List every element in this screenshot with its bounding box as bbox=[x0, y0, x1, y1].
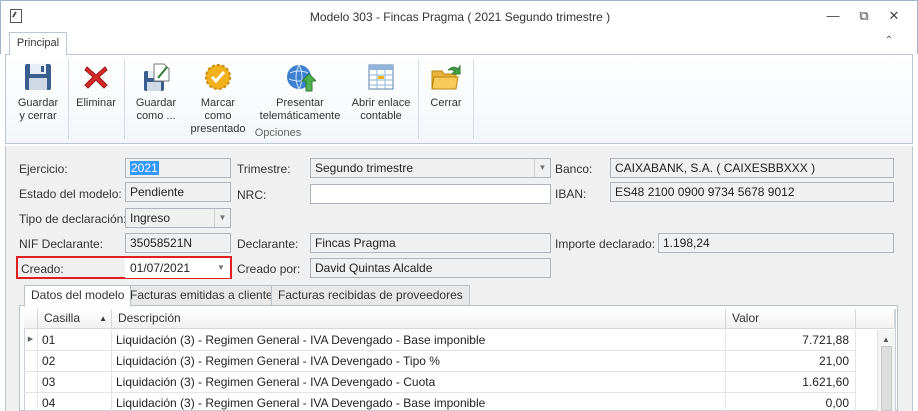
creado-por-label: Creado por: bbox=[237, 262, 301, 276]
minimize-button[interactable]: — bbox=[822, 7, 844, 25]
scroll-thumb[interactable] bbox=[881, 346, 892, 411]
creado-por-field[interactable]: David Quintas Alcalde bbox=[310, 258, 551, 278]
tab-facturas-emitidas[interactable]: Facturas emitidas a clientes bbox=[123, 285, 286, 306]
trimestre-select[interactable]: Segundo trimestre ▼ bbox=[310, 158, 551, 178]
column-header-casilla[interactable]: Casilla ▲ bbox=[38, 309, 112, 329]
row-indicator bbox=[24, 393, 38, 411]
tab-datos-modelo[interactable]: Datos del modelo bbox=[24, 285, 132, 307]
ribbon-separator bbox=[473, 59, 474, 139]
dropdown-arrow-icon: ▼ bbox=[534, 159, 550, 177]
cell-casilla[interactable]: 01 bbox=[38, 330, 112, 351]
iban-field[interactable]: ES48 2100 0900 9734 5678 9012 bbox=[610, 182, 894, 202]
folder-exit-icon bbox=[430, 61, 462, 93]
save-as-button[interactable]: Guardar como ... bbox=[130, 57, 182, 129]
close-button[interactable]: Cerrar bbox=[422, 57, 470, 129]
row-indicator bbox=[24, 372, 38, 393]
spreadsheet-icon bbox=[365, 61, 397, 93]
ribbon: Guardar y cerrar Eliminar Guardar como .… bbox=[5, 54, 913, 144]
tab-principal[interactable]: Principal bbox=[9, 32, 67, 55]
tipo-label: Tipo de declaración: bbox=[19, 212, 127, 226]
cell-valor[interactable]: 7.721,88 bbox=[726, 330, 856, 351]
banco-label: Banco: bbox=[555, 162, 593, 176]
ejercicio-field[interactable]: 2021 bbox=[125, 158, 231, 178]
restore-button[interactable]: ⧉ bbox=[853, 7, 875, 25]
cell-casilla[interactable]: 03 bbox=[38, 372, 112, 393]
scroll-up-icon[interactable]: ▲ bbox=[882, 335, 890, 344]
cell-descripcion[interactable]: Liquidación (3) - Regimen General - IVA … bbox=[112, 393, 726, 411]
group-label-opciones: Opciones bbox=[254, 127, 302, 139]
save-close-label: Guardar y cerrar bbox=[17, 97, 59, 122]
importe-field[interactable]: 1.198,24 bbox=[658, 233, 894, 253]
cell-valor[interactable]: 1.621,60 bbox=[726, 372, 856, 393]
dropdown-arrow-icon: ▼ bbox=[217, 263, 225, 272]
close-window-button[interactable]: ✕ bbox=[883, 7, 905, 25]
tipo-select[interactable]: Ingreso ▼ bbox=[125, 208, 231, 228]
dropdown-arrow-icon: ▼ bbox=[214, 209, 230, 227]
row-indicator-icon: ▶ bbox=[24, 330, 38, 351]
title-bar: Modelo 303 - Fincas Pragma ( 2021 Segund… bbox=[0, 0, 918, 30]
ribbon-separator bbox=[124, 59, 125, 139]
creado-date-field[interactable]: 01/07/2021 ▼ bbox=[125, 258, 230, 278]
present-telematic-button[interactable]: Presentar telemáticamente bbox=[258, 57, 342, 129]
ribbon-tab-strip bbox=[0, 30, 918, 54]
row-indicator bbox=[24, 351, 38, 372]
open-link-label: Abrir enlace contable bbox=[351, 97, 411, 122]
cell-valor[interactable]: 21,00 bbox=[726, 351, 856, 372]
nrc-label: NRC: bbox=[237, 188, 267, 202]
cell-descripcion[interactable]: Liquidación (3) - Regimen General - IVA … bbox=[112, 372, 726, 393]
cell-valor[interactable]: 0,00 bbox=[726, 393, 856, 411]
save-as-label: Guardar como ... bbox=[135, 97, 177, 122]
delete-label: Eliminar bbox=[76, 97, 116, 109]
save-close-button[interactable]: Guardar y cerrar bbox=[14, 57, 62, 129]
declarante-field[interactable]: Fincas Pragma bbox=[310, 233, 551, 253]
estado-label: Estado del modelo: bbox=[19, 187, 122, 201]
trimestre-label: Trimestre: bbox=[237, 162, 291, 176]
window-title: Modelo 303 - Fincas Pragma ( 2021 Segund… bbox=[309, 10, 611, 24]
close-label: Cerrar bbox=[430, 97, 462, 109]
nif-field[interactable]: 35058521N bbox=[125, 233, 231, 253]
delete-button[interactable]: Eliminar bbox=[72, 57, 120, 129]
column-header-descripcion[interactable]: Descripción bbox=[112, 309, 726, 329]
present-telematic-label: Presentar telemáticamente bbox=[259, 97, 341, 122]
cell-descripcion[interactable]: Liquidación (3) - Regimen General - IVA … bbox=[112, 351, 726, 372]
tab-facturas-recibidas[interactable]: Facturas recibidas de proveedores bbox=[271, 285, 470, 306]
iban-label: IBAN: bbox=[555, 187, 587, 201]
banco-field[interactable]: CAIXABANK, S.A. ( CAIXESBBXXX ) bbox=[610, 158, 894, 178]
sort-ascending-icon: ▲ bbox=[99, 314, 107, 323]
vertical-scrollbar[interactable]: ▲ bbox=[877, 330, 895, 411]
globe-upload-icon bbox=[284, 61, 318, 93]
creado-label: Creado: bbox=[21, 262, 64, 276]
cell-casilla[interactable]: 02 bbox=[38, 351, 112, 372]
nif-label: NIF Declarante: bbox=[19, 237, 104, 251]
estado-field[interactable]: Pendiente bbox=[125, 182, 231, 202]
ribbon-separator bbox=[68, 59, 69, 139]
ejercicio-label: Ejercicio: bbox=[19, 162, 68, 176]
seal-check-icon bbox=[202, 61, 234, 93]
cell-descripcion[interactable]: Liquidación (3) - Regimen General - IVA … bbox=[112, 330, 726, 351]
collapse-ribbon-icon[interactable]: ⌃ bbox=[882, 35, 896, 49]
declarante-label: Declarante: bbox=[237, 237, 299, 251]
cell-casilla[interactable]: 04 bbox=[38, 393, 112, 411]
open-link-button[interactable]: Abrir enlace contable bbox=[346, 57, 416, 129]
nrc-input[interactable] bbox=[310, 184, 551, 204]
floppy-disk-icon bbox=[22, 61, 54, 93]
column-header-valor[interactable]: Valor bbox=[726, 309, 856, 329]
mark-presented-button[interactable]: Marcar como presentado bbox=[186, 57, 250, 135]
column-header-filler bbox=[856, 309, 895, 329]
grid-corner bbox=[24, 309, 38, 329]
red-x-icon bbox=[80, 61, 112, 93]
save-as-icon bbox=[140, 61, 172, 93]
importe-label: Importe declarado: bbox=[555, 237, 656, 251]
